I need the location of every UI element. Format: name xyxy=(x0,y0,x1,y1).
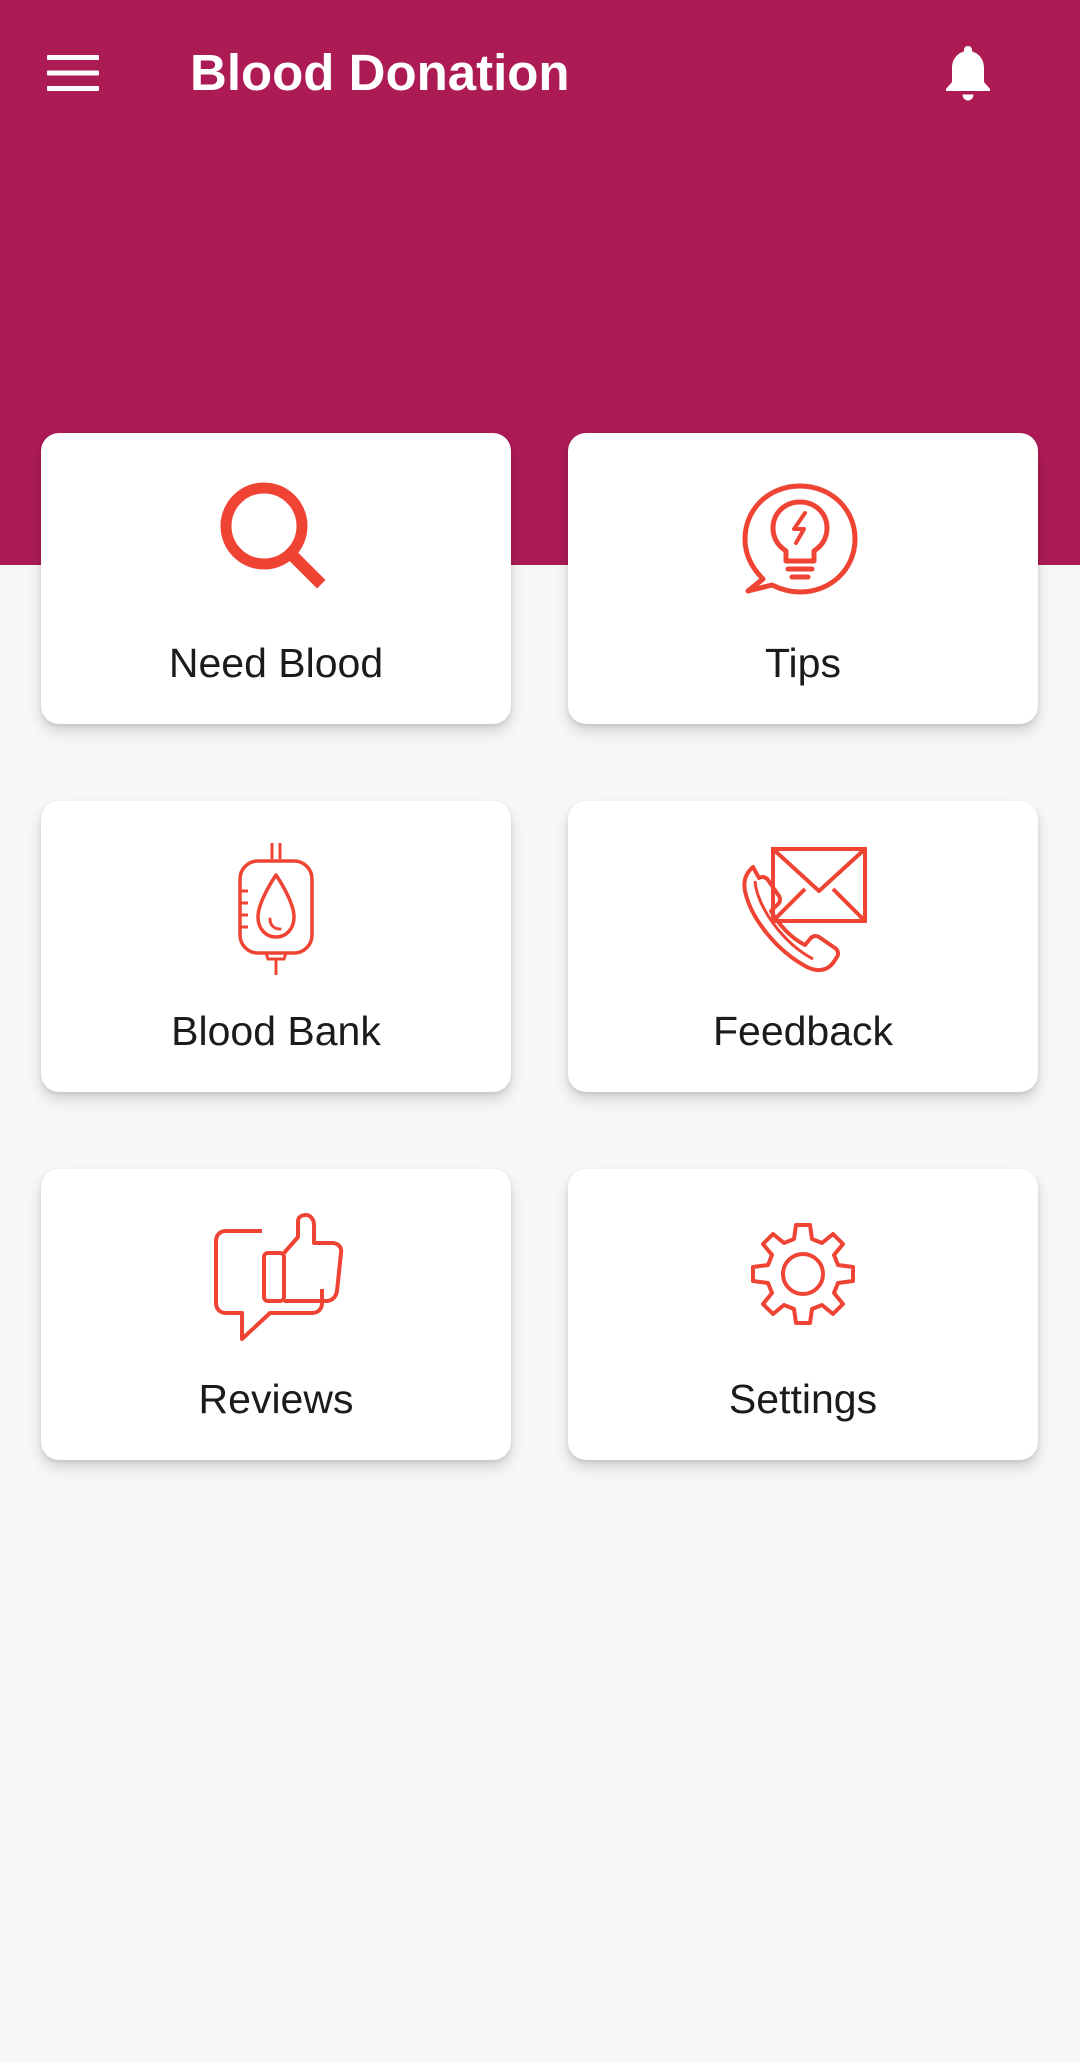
tips-card[interactable]: Tips xyxy=(568,433,1038,724)
card-label: Reviews xyxy=(198,1376,354,1422)
blood-bag-icon xyxy=(201,839,351,979)
hamburger-menu-icon xyxy=(47,55,99,91)
reviews-card[interactable]: Reviews xyxy=(41,1169,511,1460)
need-blood-card[interactable]: Need Blood xyxy=(41,433,511,724)
card-label: Settings xyxy=(728,1376,878,1422)
notifications-button[interactable] xyxy=(925,28,1011,118)
feedback-card[interactable]: Feedback xyxy=(568,801,1038,1092)
thumbs-up-chat-icon xyxy=(201,1207,351,1347)
card-label: Tips xyxy=(765,640,841,686)
card-label: Blood Bank xyxy=(171,1008,381,1054)
search-icon xyxy=(201,471,351,611)
card-label: Need Blood xyxy=(168,640,384,686)
phone-mail-icon xyxy=(728,839,878,979)
bell-icon xyxy=(946,46,990,101)
gear-icon xyxy=(728,1207,878,1347)
menu-button[interactable] xyxy=(30,30,116,116)
settings-card[interactable]: Settings xyxy=(568,1169,1038,1460)
card-label: Feedback xyxy=(712,1008,894,1054)
lightbulb-chat-icon xyxy=(728,471,878,611)
blood-bank-card[interactable]: Blood Bank xyxy=(41,801,511,1092)
app-title: Blood Donation xyxy=(190,44,570,101)
